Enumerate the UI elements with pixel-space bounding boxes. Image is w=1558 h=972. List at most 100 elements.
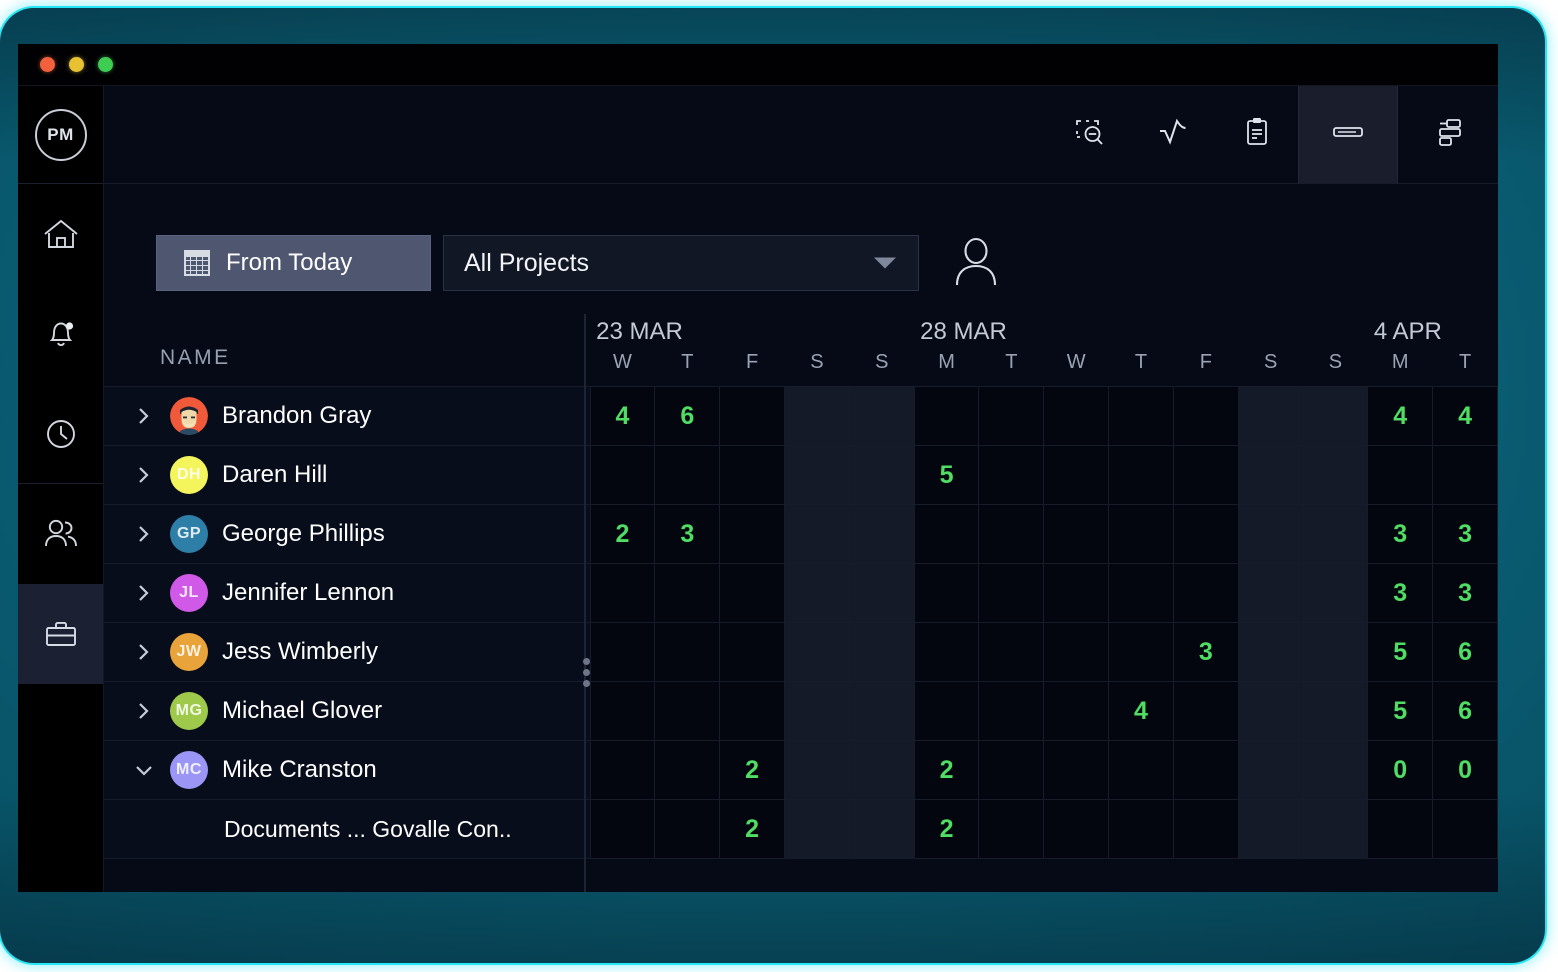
workload-cell-empty[interactable] bbox=[1303, 564, 1368, 623]
workload-cell-empty[interactable] bbox=[590, 446, 655, 505]
workload-cell[interactable]: 3 bbox=[1433, 564, 1498, 623]
toolbar-button-workload-curve[interactable] bbox=[1130, 86, 1214, 183]
workload-cell-empty[interactable] bbox=[849, 800, 914, 859]
workload-cell-empty[interactable] bbox=[849, 682, 914, 741]
workload-cell-empty[interactable] bbox=[849, 387, 914, 446]
workload-cell-empty[interactable] bbox=[590, 800, 655, 859]
workload-cell-empty[interactable] bbox=[979, 564, 1044, 623]
workload-cell[interactable]: 3 bbox=[1173, 623, 1238, 682]
workload-cell-empty[interactable] bbox=[1044, 505, 1109, 564]
workload-cell-empty[interactable] bbox=[1303, 505, 1368, 564]
workload-cell-empty[interactable] bbox=[1238, 564, 1303, 623]
workload-cell-empty[interactable] bbox=[1173, 505, 1238, 564]
assignee-filter-button[interactable] bbox=[949, 233, 1003, 294]
workload-cell-empty[interactable] bbox=[979, 800, 1044, 859]
workload-cell-empty[interactable] bbox=[720, 505, 785, 564]
workload-cell[interactable]: 6 bbox=[1433, 623, 1498, 682]
from-today-button[interactable]: From Today bbox=[156, 235, 431, 291]
workload-cell-empty[interactable] bbox=[849, 564, 914, 623]
workload-cell-empty[interactable] bbox=[1044, 741, 1109, 800]
workload-cell-empty[interactable] bbox=[1303, 682, 1368, 741]
workload-cell-empty[interactable] bbox=[849, 505, 914, 564]
workload-cell-empty[interactable] bbox=[655, 623, 720, 682]
workload-cell-empty[interactable] bbox=[1238, 623, 1303, 682]
workload-cell-empty[interactable] bbox=[979, 505, 1044, 564]
workload-cell-empty[interactable] bbox=[1238, 446, 1303, 505]
workload-cell-empty[interactable] bbox=[590, 682, 655, 741]
workload-cell-empty[interactable] bbox=[1238, 741, 1303, 800]
workload-cell-empty[interactable] bbox=[785, 741, 850, 800]
workload-cell-empty[interactable] bbox=[914, 623, 979, 682]
app-logo[interactable]: PM bbox=[18, 86, 103, 184]
workload-cell-empty[interactable] bbox=[1109, 800, 1174, 859]
workload-cell-empty[interactable] bbox=[590, 564, 655, 623]
workload-cell-empty[interactable] bbox=[785, 800, 850, 859]
workload-cell-empty[interactable] bbox=[1303, 800, 1368, 859]
table-row[interactable]: MGMichael Glover456 bbox=[104, 682, 1498, 741]
workload-cell-empty[interactable] bbox=[1238, 387, 1303, 446]
toolbar-button-timeline[interactable] bbox=[1298, 86, 1398, 183]
close-icon[interactable] bbox=[40, 57, 55, 72]
chevron-right-icon[interactable] bbox=[132, 641, 156, 663]
workload-cell-empty[interactable] bbox=[1238, 682, 1303, 741]
workload-cell-empty[interactable] bbox=[1303, 387, 1368, 446]
workload-cell-empty[interactable] bbox=[1109, 446, 1174, 505]
workload-cell[interactable]: 3 bbox=[1368, 564, 1433, 623]
workload-cell[interactable]: 2 bbox=[720, 800, 785, 859]
table-row[interactable]: Brandon Gray4644 bbox=[104, 387, 1498, 446]
workload-cell-empty[interactable] bbox=[979, 387, 1044, 446]
chevron-right-icon[interactable] bbox=[132, 523, 156, 545]
workload-cell-empty[interactable] bbox=[785, 387, 850, 446]
workload-cell-empty[interactable] bbox=[1173, 682, 1238, 741]
workload-cell-empty[interactable] bbox=[1433, 800, 1498, 859]
workload-cell-empty[interactable] bbox=[849, 446, 914, 505]
workload-cell-empty[interactable] bbox=[1238, 505, 1303, 564]
sidebar-item-projects[interactable] bbox=[18, 584, 103, 684]
chevron-right-icon[interactable] bbox=[132, 405, 156, 427]
table-row[interactable]: JWJess Wimberly356 bbox=[104, 623, 1498, 682]
workload-cell-empty[interactable] bbox=[1433, 446, 1498, 505]
workload-cell[interactable]: 2 bbox=[914, 741, 979, 800]
workload-cell-empty[interactable] bbox=[720, 682, 785, 741]
workload-cell[interactable]: 4 bbox=[1368, 387, 1433, 446]
workload-cell-empty[interactable] bbox=[1044, 564, 1109, 623]
chevron-down-icon[interactable] bbox=[132, 759, 156, 781]
workload-cell[interactable]: 5 bbox=[1368, 623, 1433, 682]
workload-cell-empty[interactable] bbox=[655, 446, 720, 505]
table-row[interactable]: DHDaren Hill5 bbox=[104, 446, 1498, 505]
sidebar-item-home[interactable] bbox=[18, 184, 103, 284]
workload-cell-empty[interactable] bbox=[785, 446, 850, 505]
workload-cell[interactable]: 2 bbox=[720, 741, 785, 800]
workload-cell[interactable]: 4 bbox=[590, 387, 655, 446]
workload-cell-empty[interactable] bbox=[655, 741, 720, 800]
table-row[interactable]: Documents ... Govalle Con..22 bbox=[104, 800, 1498, 859]
workload-cell-empty[interactable] bbox=[914, 387, 979, 446]
workload-cell-empty[interactable] bbox=[785, 564, 850, 623]
sidebar-item-notifications[interactable] bbox=[18, 284, 103, 384]
minimize-icon[interactable] bbox=[69, 57, 84, 72]
workload-cell-empty[interactable] bbox=[849, 623, 914, 682]
workload-cell-empty[interactable] bbox=[720, 564, 785, 623]
workload-cell-empty[interactable] bbox=[1303, 623, 1368, 682]
sidebar-item-team[interactable] bbox=[18, 484, 103, 584]
workload-cell-empty[interactable] bbox=[1238, 800, 1303, 859]
workload-cell[interactable]: 0 bbox=[1433, 741, 1498, 800]
workload-cell-empty[interactable] bbox=[1303, 446, 1368, 505]
workload-cell[interactable]: 4 bbox=[1109, 682, 1174, 741]
sidebar-item-timesheets[interactable] bbox=[18, 384, 103, 484]
workload-cell-empty[interactable] bbox=[979, 682, 1044, 741]
workload-cell-empty[interactable] bbox=[849, 741, 914, 800]
workload-cell-empty[interactable] bbox=[720, 387, 785, 446]
workload-cell-empty[interactable] bbox=[979, 623, 1044, 682]
workload-cell[interactable]: 4 bbox=[1433, 387, 1498, 446]
workload-cell-empty[interactable] bbox=[785, 623, 850, 682]
workload-cell-empty[interactable] bbox=[655, 800, 720, 859]
workload-cell-empty[interactable] bbox=[1109, 505, 1174, 564]
workload-cell-empty[interactable] bbox=[590, 741, 655, 800]
workload-cell-empty[interactable] bbox=[1044, 446, 1109, 505]
workload-cell-empty[interactable] bbox=[1368, 446, 1433, 505]
workload-cell[interactable]: 5 bbox=[1368, 682, 1433, 741]
workload-cell[interactable]: 2 bbox=[914, 800, 979, 859]
workload-cell-empty[interactable] bbox=[1109, 564, 1174, 623]
workload-cell-empty[interactable] bbox=[1044, 387, 1109, 446]
